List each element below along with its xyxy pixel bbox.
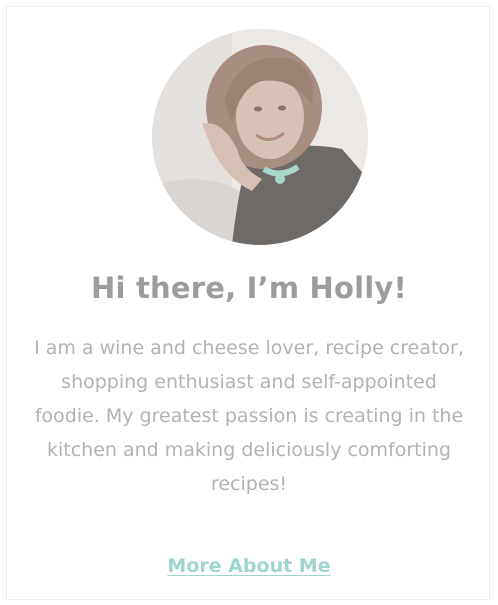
about-me-widget: Hi there, I’m Holly! I am a wine and che…	[6, 6, 490, 600]
author-bio: I am a wine and cheese lover, recipe cre…	[34, 337, 464, 495]
author-photo-icon	[152, 29, 368, 245]
greeting-title: Hi there, I’m Holly!	[91, 271, 407, 305]
author-avatar	[152, 29, 368, 245]
more-about-me-link[interactable]: More About Me	[7, 555, 491, 577]
